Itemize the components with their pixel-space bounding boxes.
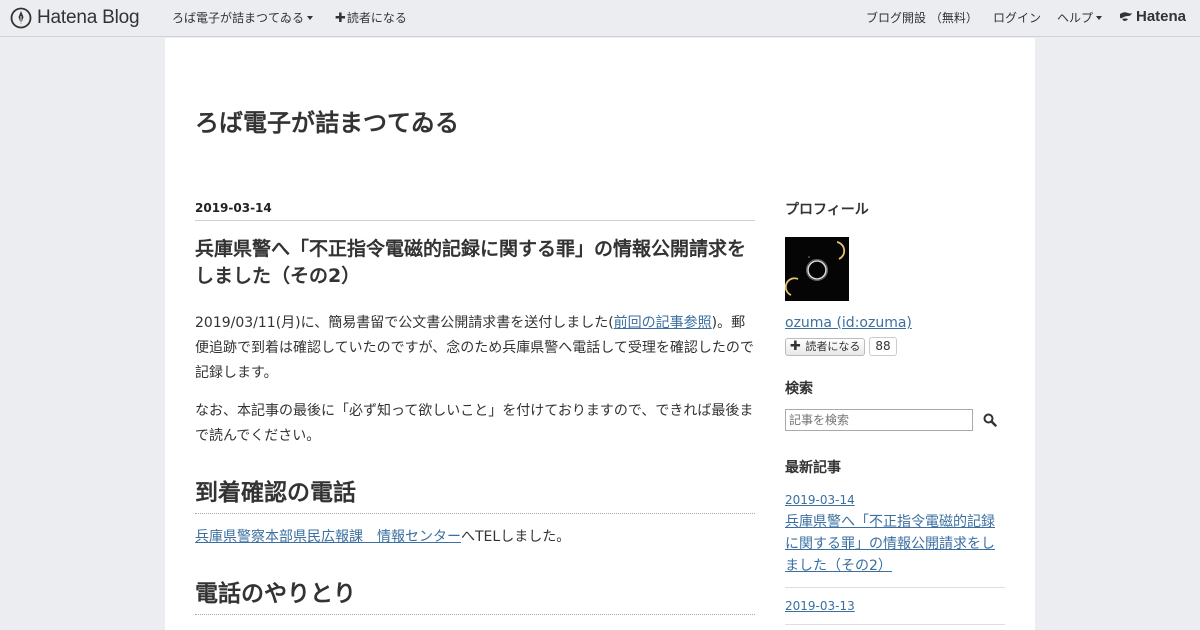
logo-text: Hatena Blog bbox=[37, 7, 140, 28]
hatena-blog-logo[interactable]: Hatena Blog bbox=[10, 6, 140, 30]
subscribe-header-button[interactable]: ✚読者になる bbox=[335, 10, 407, 27]
recent-entry-date[interactable]: 2019-03-14 bbox=[785, 492, 1005, 508]
chevron-down-icon bbox=[1096, 16, 1103, 20]
profile-name-link[interactable]: ozuma (id:ozuma) bbox=[785, 314, 1005, 332]
search-module-title: 検索 bbox=[785, 381, 813, 397]
entry-paragraph: なお、本記事の最後に「必ず知って欲しいこと」を付けておりますので、できれば最後ま… bbox=[195, 403, 754, 444]
global-header: Hatena Blog ろば電子が詰まつてゐる ✚読者になる ブログ開設 （無料… bbox=[0, 0, 1200, 37]
entry-paragraph: 2019/03/11(月)に、簡易書留で公文書公開請求書を送付しました(前回の記… bbox=[195, 311, 755, 386]
recent-entry-date[interactable]: 2019-03-13 bbox=[785, 598, 1005, 614]
search-input[interactable] bbox=[785, 409, 973, 431]
blog-container: ろば電子が詰まつてゐる 2019-03-14 兵庫県警へ「不正指令電磁的記録に関… bbox=[165, 38, 1035, 630]
recent-entry: 2019-03-13 bbox=[785, 598, 1005, 625]
profile-module-title: プロフィール bbox=[785, 202, 869, 218]
recent-entry-link[interactable]: 兵庫県警へ「不正指令電磁的記録に関する罪」の情報公開請求をしました（その2） bbox=[785, 511, 1005, 577]
plus-icon: ✚ bbox=[335, 11, 346, 26]
subscribe-row: ✚ 読者になる 88 bbox=[785, 337, 1005, 356]
paragraph-text: へTELしました。 bbox=[461, 529, 571, 545]
subscribe-label: 読者になる bbox=[346, 11, 407, 25]
search-button[interactable] bbox=[982, 412, 998, 428]
hatena-logo[interactable]: Hatena bbox=[1119, 8, 1186, 25]
recent-entry: 2019-03-14 兵庫県警へ「不正指令電磁的記録に関する罪」の情報公開請求を… bbox=[785, 492, 1005, 588]
open-blog-link[interactable]: ブログ開設 （無料） bbox=[866, 10, 978, 26]
subscriber-count: 88 bbox=[869, 337, 897, 356]
entry-paragraph: 兵庫県警察本部県民広報課 情報センターへTELしました。 bbox=[195, 525, 755, 550]
sidebar: プロフィール ozuma (id:ozuma) ✚ 読者になる 88 検索 記事… bbox=[785, 200, 1005, 630]
entry-body: 2019/03/11(月)に、簡易書留で公文書公開請求書を送付しました(前回の記… bbox=[195, 311, 755, 615]
entry-article: 2019-03-14 兵庫県警へ「不正指令電磁的記録に関する罪」の情報公開請求を… bbox=[195, 200, 755, 615]
paragraph-text: 2019/03/11(月)に、簡易書留で公文書公開請求書を送付しました( bbox=[195, 315, 614, 331]
search-icon bbox=[983, 413, 997, 427]
hatena-label: Hatena bbox=[1136, 8, 1187, 25]
entry-date[interactable]: 2019-03-14 bbox=[195, 200, 755, 221]
help-dropdown[interactable]: ヘルプ bbox=[1057, 10, 1103, 26]
info-center-link[interactable]: 兵庫県警察本部県民広報課 情報センター bbox=[195, 529, 461, 545]
eclipse-avatar-image bbox=[785, 237, 849, 301]
help-label: ヘルプ bbox=[1057, 11, 1094, 25]
previous-article-link[interactable]: 前回の記事参照 bbox=[614, 315, 712, 331]
recent-entries-list: 2019-03-14 兵庫県警へ「不正指令電磁的記録に関する罪」の情報公開請求を… bbox=[785, 492, 1005, 625]
section-heading: 到着確認の電話 bbox=[195, 477, 755, 514]
entry-title[interactable]: 兵庫県警へ「不正指令電磁的記録に関する罪」の情報公開請求をしました（その2） bbox=[195, 236, 755, 290]
login-link[interactable]: ログイン bbox=[993, 10, 1041, 26]
recent-module-title: 最新記事 bbox=[785, 460, 841, 476]
section-heading: 電話のやりとり bbox=[195, 578, 755, 615]
plus-icon: ✚ bbox=[790, 338, 801, 354]
subscribe-button-label: 読者になる bbox=[805, 339, 861, 353]
blog-menu-label: ろば電子が詰まつてゐる bbox=[172, 11, 305, 25]
chevron-down-icon bbox=[307, 16, 314, 20]
hatena-bird-icon bbox=[1120, 11, 1132, 21]
search-form bbox=[785, 409, 1005, 431]
blog-title[interactable]: ろば電子が詰まつてゐる bbox=[195, 103, 459, 138]
hatena-blog-pen-icon bbox=[10, 7, 32, 29]
profile-avatar[interactable] bbox=[785, 237, 849, 301]
subscribe-button[interactable]: ✚ 読者になる bbox=[785, 337, 866, 356]
blog-menu-dropdown[interactable]: ろば電子が詰まつてゐる bbox=[172, 10, 314, 26]
